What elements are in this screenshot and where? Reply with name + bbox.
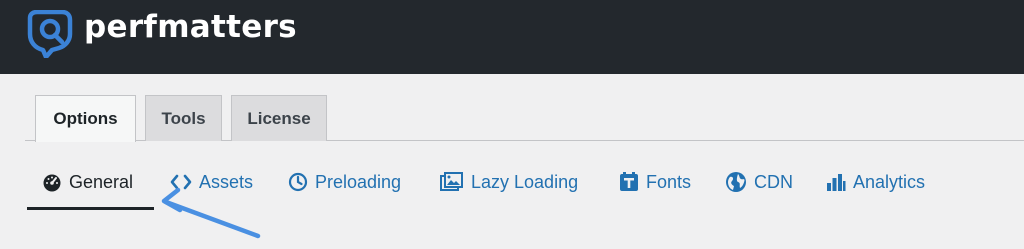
subnav-label: General: [69, 171, 134, 192]
subnav-item-fonts[interactable]: Fonts: [619, 169, 691, 195]
font-icon: [620, 172, 638, 191]
bar-chart-icon: [827, 174, 846, 191]
subnav-item-analytics[interactable]: Analytics: [826, 169, 925, 195]
subnav-label: Fonts: [646, 171, 692, 192]
gauge-icon: [43, 174, 61, 192]
subnav-item-preloading[interactable]: Preloading: [288, 169, 401, 195]
annotation-arrow-icon: [161, 188, 261, 239]
globe-icon: [726, 172, 746, 192]
subnav-label: Lazy Loading: [471, 171, 579, 192]
tab-options[interactable]: Options: [35, 95, 136, 142]
subnav-label: Analytics: [853, 171, 926, 192]
subnav-item-cdn[interactable]: CDN: [725, 169, 793, 195]
subnav-item-general[interactable]: General: [42, 169, 133, 195]
brand-name: perfmatters: [84, 9, 297, 45]
subnav-item-lazy-loading[interactable]: Lazy Loading: [440, 169, 578, 195]
subnav-label: CDN: [754, 171, 793, 192]
tab-license[interactable]: License: [231, 95, 327, 141]
subnav-label: Preloading: [315, 171, 402, 192]
top-header: perfmatters: [0, 0, 1024, 74]
clock-icon: [288, 172, 308, 192]
tab-tools[interactable]: Tools: [145, 95, 222, 141]
images-icon: [440, 172, 463, 191]
active-subnav-underline: [27, 207, 154, 210]
perfmatters-logo-icon: [27, 10, 73, 58]
